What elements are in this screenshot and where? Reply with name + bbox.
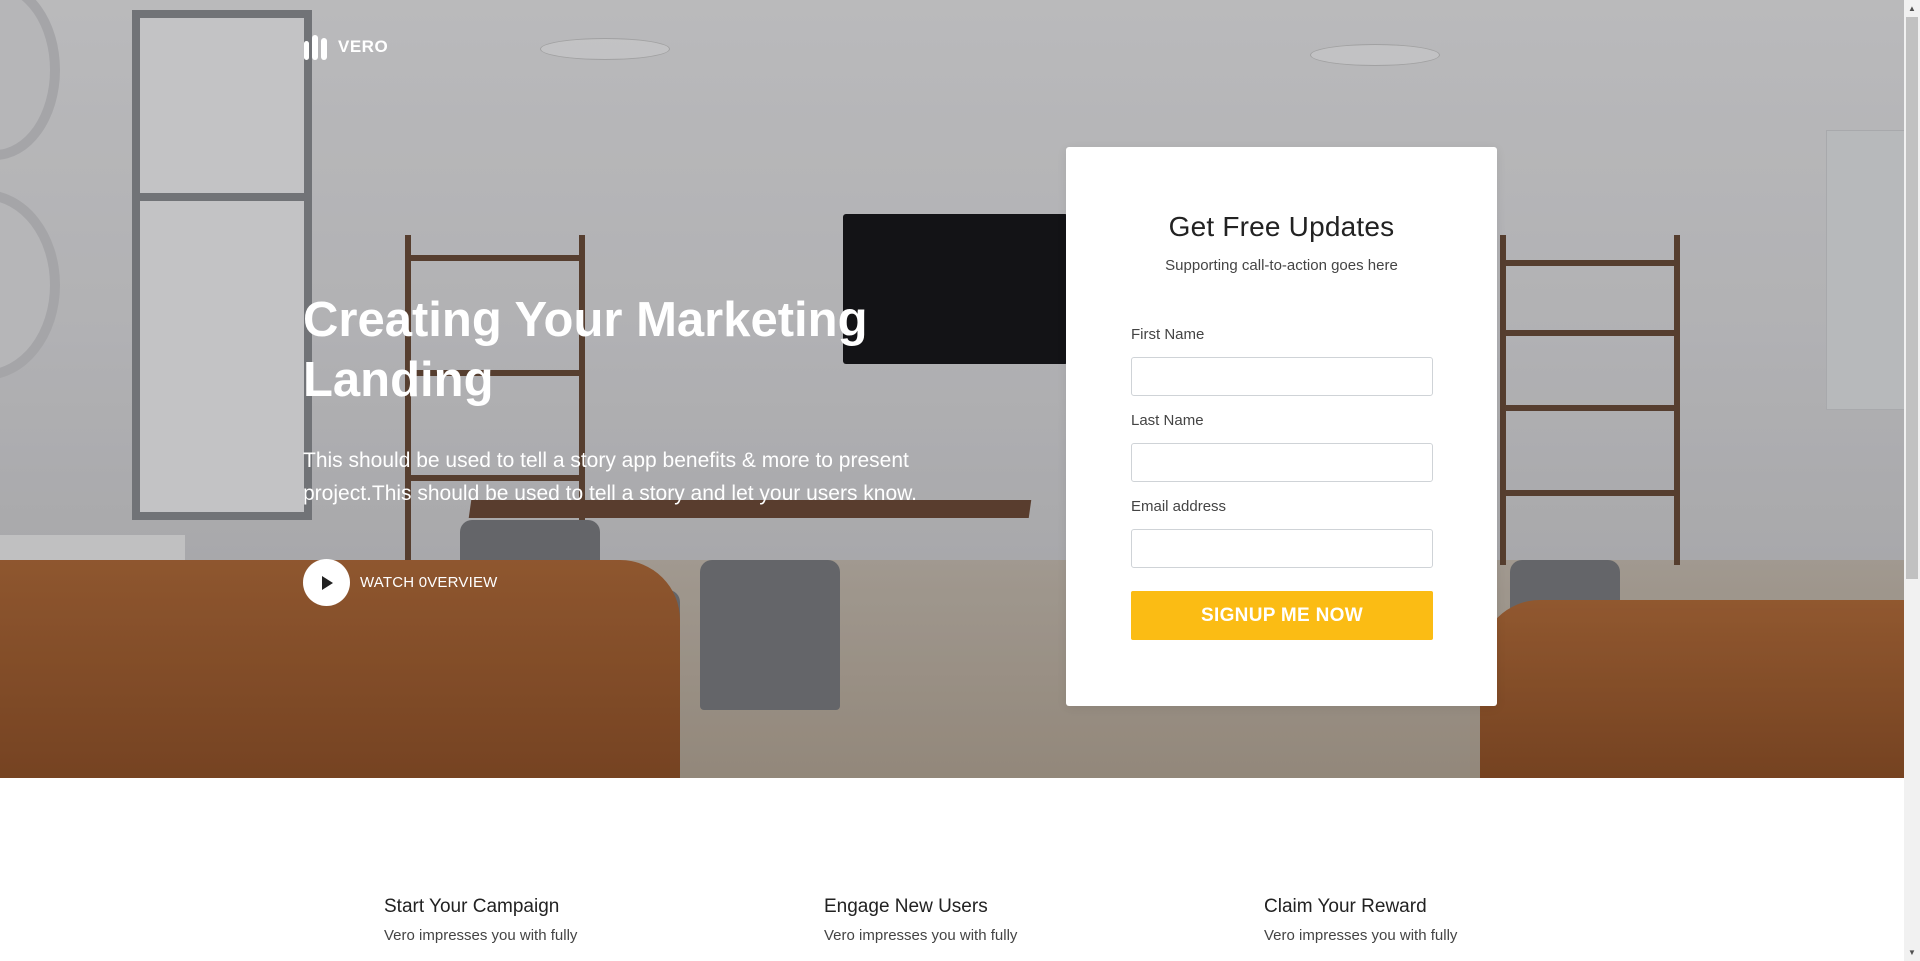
brand-name: VERO — [338, 37, 389, 56]
feature-start-campaign: Start Your Campaign Vero impresses you w… — [384, 893, 684, 947]
feature-title: Claim Your Reward — [1264, 896, 1427, 917]
feature-text: Vero impresses you with fully — [824, 927, 1018, 944]
vertical-scrollbar[interactable]: ▲ ▼ — [1904, 0, 1920, 961]
feature-text: Vero impresses you with fully — [1264, 927, 1458, 944]
watch-overview-link[interactable]: WATCH 0VERVIEW — [303, 559, 498, 606]
hero-description: This should be used to tell a story app … — [303, 449, 917, 505]
feature-claim-reward: Claim Your Reward Vero impresses you wit… — [1264, 893, 1564, 947]
scrollbar-thumb[interactable] — [1906, 17, 1918, 579]
play-icon — [321, 575, 333, 590]
last-name-field[interactable] — [1131, 443, 1433, 482]
feature-title: Engage New Users — [824, 896, 988, 917]
first-name-field[interactable] — [1131, 357, 1433, 396]
play-button[interactable] — [303, 559, 350, 606]
feature-title: Start Your Campaign — [384, 896, 560, 917]
form-title: Get Free Updates — [1168, 211, 1395, 242]
hero-section: VERO Creating Your Marketing Landing Thi… — [0, 0, 1904, 778]
first-name-label: First Name — [1131, 326, 1205, 343]
vero-logo-icon — [304, 35, 327, 60]
feature-engage-users: Engage New Users Vero impresses you with… — [824, 893, 1124, 947]
email-label: Email address — [1131, 498, 1227, 515]
watch-overview-label: WATCH 0VERVIEW — [360, 574, 498, 591]
signup-form-card: Get Free Updates Supporting call-to-acti… — [1066, 147, 1497, 706]
email-field[interactable] — [1131, 529, 1433, 568]
hero-title: Creating Your Marketing Landing — [303, 293, 868, 407]
last-name-label: Last Name — [1131, 412, 1204, 429]
feature-text: Vero impresses you with fully — [384, 927, 578, 944]
form-subtitle: Supporting call-to-action goes here — [1165, 257, 1398, 274]
scroll-up-arrow-icon[interactable]: ▲ — [1904, 0, 1920, 17]
brand-logo[interactable]: VERO — [303, 33, 388, 61]
scroll-down-arrow-icon[interactable]: ▼ — [1904, 944, 1920, 961]
signup-button[interactable]: SIGNUP ME NOW — [1131, 591, 1433, 640]
